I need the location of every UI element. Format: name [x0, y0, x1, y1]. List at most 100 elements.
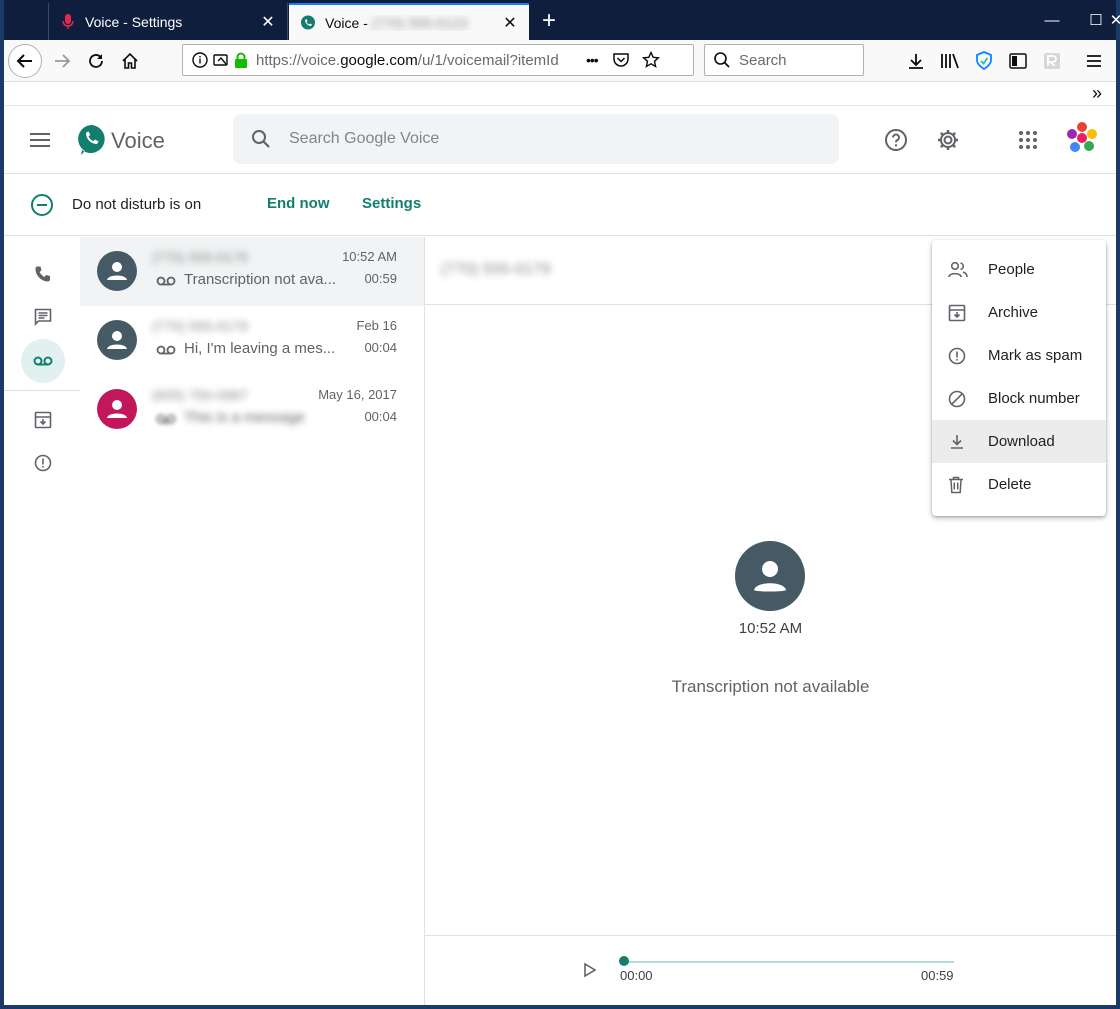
tab-voice-settings[interactable]: Voice - Settings ✕: [48, 3, 288, 40]
voicemail-icon: [156, 412, 176, 426]
contact-avatar: [735, 541, 805, 611]
page-actions-icon[interactable]: •••: [586, 52, 599, 68]
voice-favicon-icon: [299, 14, 317, 32]
search-icon: [233, 129, 289, 149]
shield-icon: [976, 51, 992, 71]
menu-item-label: Mark as spam: [988, 347, 1083, 364]
nav-calls[interactable]: [21, 252, 65, 296]
conversation-name: (770) 555-0179: [152, 249, 248, 265]
settings-button[interactable]: [934, 126, 962, 154]
gear-icon: [938, 130, 958, 150]
search-icon: [713, 51, 731, 69]
menu-item-archive[interactable]: Archive: [932, 291, 1106, 334]
conversation-item[interactable]: (605) 750-0987 May 16, 2017 00:04 This is a…: [80, 375, 424, 444]
audio-current-time: 00:00: [620, 968, 653, 983]
menu-item-download[interactable]: Download: [932, 420, 1106, 463]
menu-item-label: Delete: [988, 476, 1032, 493]
minimize-button[interactable]: —: [1030, 6, 1074, 34]
person-icon: [754, 561, 786, 592]
help-button[interactable]: [882, 126, 910, 154]
apps-grid-icon: [1019, 131, 1037, 149]
nav-spam[interactable]: [21, 441, 65, 485]
apps-button[interactable]: [1014, 126, 1042, 154]
audio-total-time: 00:59: [921, 968, 954, 983]
toolbar-overflow-icon[interactable]: »: [1092, 83, 1102, 104]
menu-item-mark-as-spam[interactable]: Mark as spam: [932, 334, 1106, 377]
nav-messages[interactable]: [21, 295, 65, 339]
tab-strip: Voice - Settings ✕ Voice - (770) 555-012…: [4, 0, 1120, 40]
voice-logo-icon: [76, 124, 106, 156]
conversation-snippet: Transcription not ava...: [184, 271, 337, 288]
reload-button[interactable]: [80, 45, 112, 77]
menu-item-people[interactable]: People: [932, 248, 1106, 291]
library-button[interactable]: [934, 45, 966, 77]
conversation-time: 10:52 AM: [342, 249, 397, 264]
back-button[interactable]: [8, 44, 42, 78]
browser-search-placeholder: Search: [739, 51, 787, 69]
url-bar[interactable]: https://voice.google.com/u/1/voicemail?i…: [182, 44, 694, 76]
reload-icon: [89, 54, 103, 68]
audio-progress-track[interactable]: [624, 961, 954, 963]
menu-item-label: People: [988, 261, 1035, 278]
close-tab-icon[interactable]: ✕: [255, 9, 281, 35]
app-title: Voice: [111, 128, 165, 153]
menu-item-label: Block number: [988, 390, 1080, 407]
play-button[interactable]: [583, 962, 599, 978]
person-icon: [107, 262, 127, 280]
tab-voice-active[interactable]: Voice - (770) 555-0123 ✕: [289, 3, 529, 40]
home-button[interactable]: [114, 45, 146, 77]
menu-item-label: Download: [988, 433, 1055, 450]
do-not-disturb-banner: Do not disturb is on End now Settings: [4, 174, 1116, 236]
forward-button[interactable]: [46, 45, 78, 77]
voicemail-icon: [33, 356, 53, 366]
conversation-item[interactable]: (770) 555-0179 Feb 16 00:04 Hi, I'm leaving…: [80, 306, 424, 375]
spam-icon: [932, 347, 988, 365]
arrow-right-icon: [55, 54, 71, 68]
pocket-icon[interactable]: [612, 51, 630, 69]
browser-search-input[interactable]: Search: [704, 44, 864, 76]
sidebar-icon: [1009, 53, 1027, 69]
conversation-time: Feb 16: [356, 318, 397, 333]
menu-icon: [30, 133, 50, 147]
dnd-settings-button[interactable]: Settings: [362, 195, 421, 212]
downloads-button[interactable]: [900, 45, 932, 77]
conversation-item[interactable]: (770) 555-0179 10:52 AM 00:59 Transcription…: [80, 237, 424, 306]
menu-item-delete[interactable]: Delete: [932, 463, 1106, 506]
spam-icon: [34, 454, 52, 472]
nav-voicemail[interactable]: [21, 339, 65, 383]
menu-item-block-number[interactable]: Block number: [932, 377, 1106, 420]
new-tab-button[interactable]: +: [534, 6, 564, 36]
close-tab-icon[interactable]: ✕: [497, 10, 523, 36]
browser-menu-button[interactable]: [1078, 45, 1110, 77]
lock-icon: [234, 52, 248, 68]
left-nav: [4, 237, 80, 1005]
end-now-button[interactable]: End now: [267, 195, 330, 212]
audio-progress-knob[interactable]: [619, 956, 629, 966]
main-menu-button[interactable]: [26, 126, 54, 154]
sidebar-toggle-button[interactable]: [1002, 45, 1034, 77]
shield-extension-button[interactable]: [968, 45, 1000, 77]
account-avatar-icon[interactable]: [1064, 120, 1100, 156]
browser-window: Voice - Settings ✕ Voice - (770) 555-012…: [4, 0, 1120, 1005]
voicemail-duration: 00:59: [364, 271, 397, 286]
do-not-disturb-icon: [30, 193, 54, 217]
nav-archive[interactable]: [21, 398, 65, 442]
contact-avatar: [97, 320, 137, 360]
menu-item-label: Archive: [988, 304, 1039, 321]
more-options-menu: People Archive Mark as spam Block number Dow…: [932, 240, 1106, 516]
close-window-button[interactable]: ✕: [1094, 6, 1120, 34]
extension-button[interactable]: [1036, 45, 1068, 77]
play-icon: [584, 962, 597, 978]
bookmark-star-icon[interactable]: [641, 51, 660, 69]
url-text[interactable]: https://voice.google.com/u/1/voicemail?i…: [256, 52, 576, 69]
permissions-icon[interactable]: [212, 51, 230, 69]
site-info-icon[interactable]: [191, 51, 209, 69]
conversation-time: May 16, 2017: [318, 387, 397, 402]
message-icon: [34, 308, 52, 326]
navigation-toolbar: https://voice.google.com/u/1/voicemail?i…: [4, 40, 1116, 82]
tab-label: Voice -: [325, 14, 372, 31]
voice-search-input[interactable]: Search Google Voice: [233, 114, 839, 164]
voicemail-duration: 00:04: [364, 340, 397, 355]
person-icon: [107, 331, 127, 349]
download-arrow-icon: [909, 54, 923, 69]
